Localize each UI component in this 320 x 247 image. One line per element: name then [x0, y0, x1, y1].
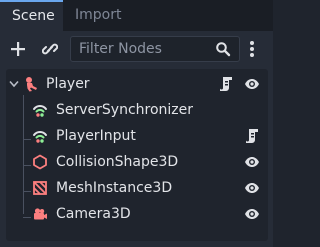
tree-item-label: MeshInstance3D	[56, 180, 173, 196]
filter-nodes-input[interactable]	[71, 37, 211, 61]
tab-scene[interactable]: Scene	[0, 0, 63, 31]
visibility-eye-icon[interactable]	[244, 206, 260, 222]
tree-item-label: CollisionShape3D	[56, 154, 179, 170]
visibility-eye-icon[interactable]	[244, 76, 260, 92]
scene-tree: Player ServerSynchronizer PlayerInput Co…	[6, 69, 268, 241]
tree-item-label: ServerSynchronizer	[56, 102, 194, 118]
scene-panel: Player	[0, 31, 273, 247]
search-icon	[216, 42, 231, 57]
scene-toolbar	[0, 31, 273, 67]
plus-icon	[11, 42, 25, 56]
tree-item-label: Player	[46, 76, 90, 92]
camera-icon	[34, 208, 47, 220]
instantiate-scene-button[interactable]	[38, 37, 62, 61]
visibility-eye-icon[interactable]	[244, 154, 260, 170]
visibility-eye-icon[interactable]	[244, 180, 260, 196]
tree-item-mesh-instance-3d[interactable]: MeshInstance3D	[6, 175, 268, 201]
script-icon[interactable]	[218, 76, 234, 92]
script-icon[interactable]	[244, 128, 260, 144]
multiplayer-synchronizer-icon	[33, 131, 47, 143]
more-options-button[interactable]	[244, 37, 260, 61]
collision-shape-icon	[33, 154, 47, 170]
chevron-down-icon[interactable]	[9, 80, 19, 88]
tree-item-player[interactable]: Player	[6, 71, 268, 97]
dock-tab-bar: Scene Import	[0, 0, 273, 31]
tab-import[interactable]: Import	[63, 0, 143, 31]
add-node-button[interactable]	[6, 37, 30, 61]
kebab-menu-icon	[250, 41, 254, 57]
tree-item-label: Camera3D	[56, 206, 131, 222]
tree-item-camera-3d[interactable]: Camera3D	[6, 201, 268, 227]
scene-dock: Scene Import Filter Nodes Player ServerS…	[0, 0, 273, 247]
mesh-instance-icon	[33, 181, 47, 195]
tree-item-collision-shape-3d[interactable]: CollisionShape3D	[6, 149, 268, 175]
link-icon	[42, 43, 58, 55]
multiplayer-synchronizer-icon	[33, 105, 47, 117]
tree-item-player-input[interactable]: PlayerInput	[6, 123, 268, 149]
tree-item-label: PlayerInput	[56, 128, 136, 144]
filter-nodes-field[interactable]	[70, 36, 240, 62]
character-body-icon	[26, 77, 37, 92]
tree-item-server-synchronizer[interactable]: ServerSynchronizer	[6, 97, 268, 123]
